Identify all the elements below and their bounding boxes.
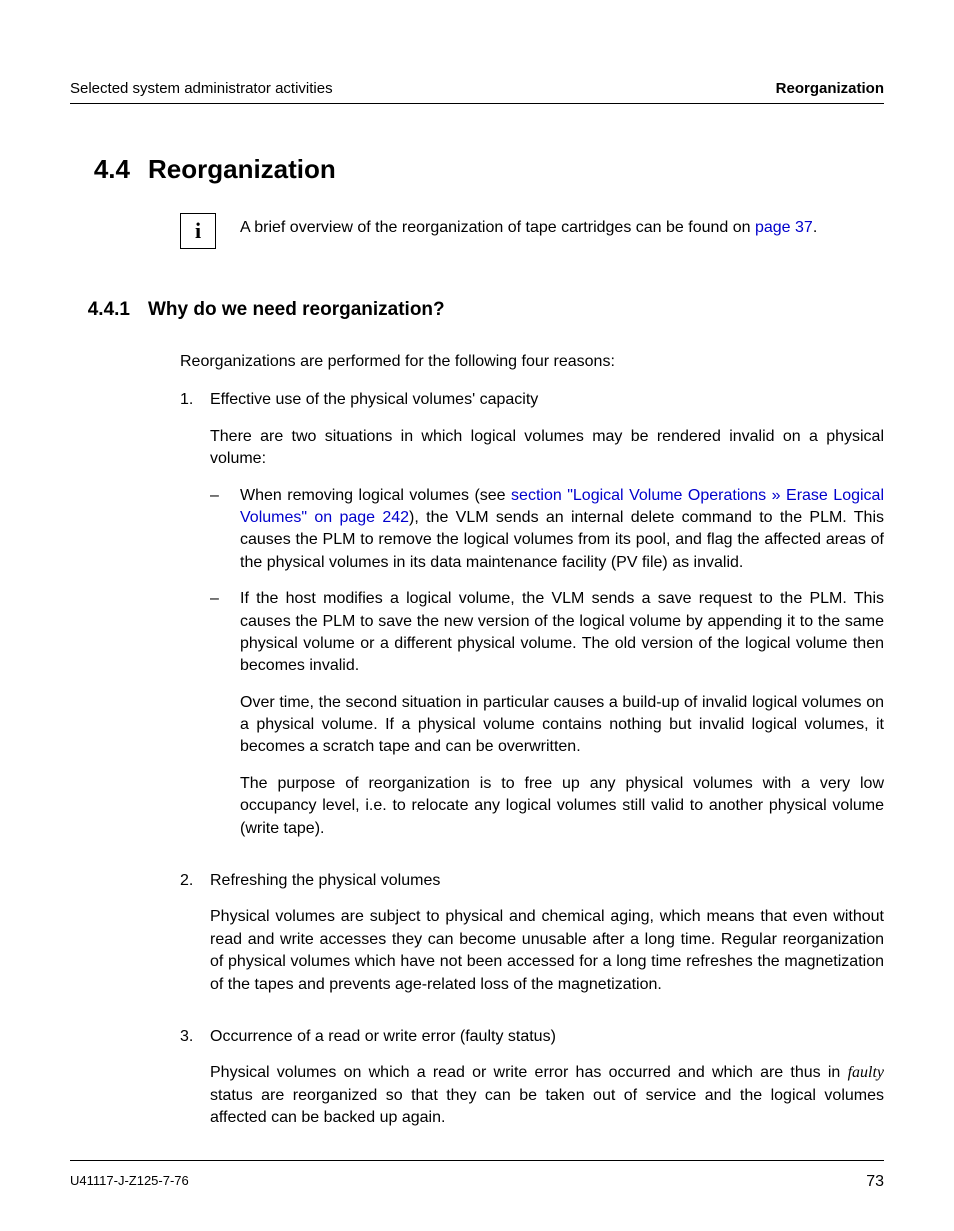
subsection-number: 4.4.1 — [70, 299, 130, 321]
subsection-title-text: Why do we need reorganization? — [148, 299, 445, 321]
list-item-title: Refreshing the physical volumes — [210, 870, 884, 892]
list-marker: 1. — [180, 389, 210, 854]
list-marker: 2. — [180, 870, 210, 1010]
dash-para: If the host modifies a logical volume, t… — [240, 588, 884, 678]
section-heading: 4.4 Reorganization — [70, 154, 884, 185]
dash-para: Over time, the second situation in parti… — [240, 692, 884, 759]
list-item: 2. Refreshing the physical volumes Physi… — [180, 870, 884, 1010]
dash-list: – When removing logical volumes (see sec… — [210, 485, 884, 840]
list-item-para: There are two situations in which logica… — [210, 426, 884, 471]
running-header: Selected system administrator activities… — [70, 80, 884, 104]
faulty-status-em: faulty — [848, 1064, 884, 1081]
dash-item: – If the host modifies a logical volume,… — [210, 588, 884, 840]
subsection-heading: 4.4.1 Why do we need reorganization? — [70, 299, 884, 321]
section-title-text: Reorganization — [148, 154, 336, 185]
header-left: Selected system administrator activities — [70, 80, 333, 97]
list-item-title: Occurrence of a read or write error (fau… — [210, 1026, 884, 1048]
info-note: i A brief overview of the reorganization… — [180, 213, 884, 249]
dash-marker: – — [210, 485, 240, 575]
list-item-para: Physical volumes on which a read or writ… — [210, 1062, 884, 1129]
numbered-list: 1. Effective use of the physical volumes… — [180, 389, 884, 1143]
list-item: 3. Occurrence of a read or write error (… — [180, 1026, 884, 1144]
dash-item: – When removing logical volumes (see sec… — [210, 485, 884, 575]
list-item: 1. Effective use of the physical volumes… — [180, 389, 884, 854]
info-link[interactable]: page 37 — [755, 219, 813, 236]
header-right: Reorganization — [776, 80, 884, 97]
page-number: 73 — [866, 1173, 884, 1191]
page-footer: U41117-J-Z125-7-76 73 — [70, 1160, 884, 1191]
info-icon: i — [180, 213, 216, 249]
list-item-para: Physical volumes are subject to physical… — [210, 906, 884, 996]
list-marker: 3. — [180, 1026, 210, 1144]
intro-text: Reorganizations are performed for the fo… — [180, 351, 884, 373]
info-text: A brief overview of the reorganization o… — [240, 213, 817, 239]
section-number: 4.4 — [70, 154, 130, 185]
dash-para: The purpose of reorganization is to free… — [240, 773, 884, 840]
doc-id: U41117-J-Z125-7-76 — [70, 1173, 189, 1191]
list-item-title: Effective use of the physical volumes' c… — [210, 389, 884, 411]
dash-marker: – — [210, 588, 240, 840]
